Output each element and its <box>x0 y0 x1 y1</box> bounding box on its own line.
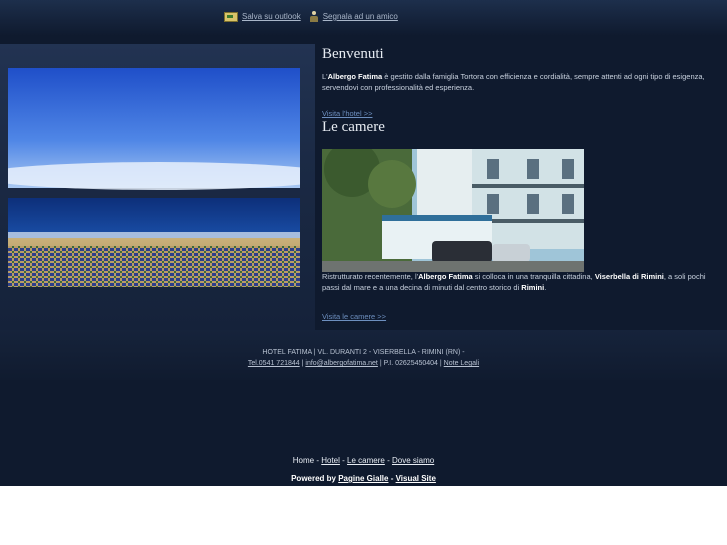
rooms-block: Ristrutturato recentemente, l'Albergo Fa… <box>322 271 717 324</box>
visit-rooms-link[interactable]: Visita le camere >> <box>322 312 386 321</box>
bottom-nav: Home - Hotel - Le camere - Dove siamo <box>292 456 435 465</box>
rooms-text: Ristrutturato recentemente, l'Albergo Fa… <box>322 272 706 292</box>
welcome-text: L'Albergo Fatima è gestito dalla famigli… <box>322 72 705 92</box>
nav-home[interactable]: Home <box>293 456 314 465</box>
visit-hotel-link[interactable]: Visita l'hotel >> <box>322 109 373 118</box>
nav-where[interactable]: Dove siamo <box>392 456 434 465</box>
save-outlook-link[interactable]: Salva su outlook <box>224 11 301 22</box>
footer-address: HOTEL FATIMA | VL. DURANTI 2 - VISERBELL… <box>262 349 465 356</box>
beach-photo <box>8 68 300 287</box>
rooms-title: Le camere <box>322 119 385 135</box>
footer-email[interactable]: info@albergofatima.net <box>305 360 377 367</box>
nav-hotel[interactable]: Hotel <box>321 456 340 465</box>
nav-rooms[interactable]: Le camere <box>347 456 385 465</box>
footer-tel[interactable]: Tel.0541 721844 <box>248 360 300 367</box>
welcome-title: Benvenuti <box>322 46 384 62</box>
page-background: Salva su outlook Segnala ad un amico Ben… <box>0 0 727 486</box>
save-outlook-label: Salva su outlook <box>242 12 301 21</box>
main-content: Benvenuti L'Albergo Fatima è gestito dal… <box>322 44 717 136</box>
hotel-name: Albergo Fatima <box>327 72 383 81</box>
footer-legal-link[interactable]: Note Legali <box>444 360 479 367</box>
footer-info: HOTEL FATIMA | VL. DURANTI 2 - VISERBELL… <box>0 347 727 369</box>
share-friend-label: Segnala ad un amico <box>322 12 398 21</box>
hotel-photo <box>322 149 584 272</box>
footer-piva: | P.I. 02625450404 | <box>377 360 444 367</box>
share-friend-link[interactable]: Segnala ad un amico <box>309 11 398 22</box>
outlook-icon <box>224 11 238 22</box>
person-icon <box>309 11 319 22</box>
visual-site-link[interactable]: Visual Site <box>396 474 436 483</box>
powered-by: Powered by Pagine Gialle - Visual Site <box>291 474 436 483</box>
top-links: Salva su outlook Segnala ad un amico <box>224 11 398 22</box>
pagine-gialle-link[interactable]: Pagine Gialle <box>338 474 388 483</box>
